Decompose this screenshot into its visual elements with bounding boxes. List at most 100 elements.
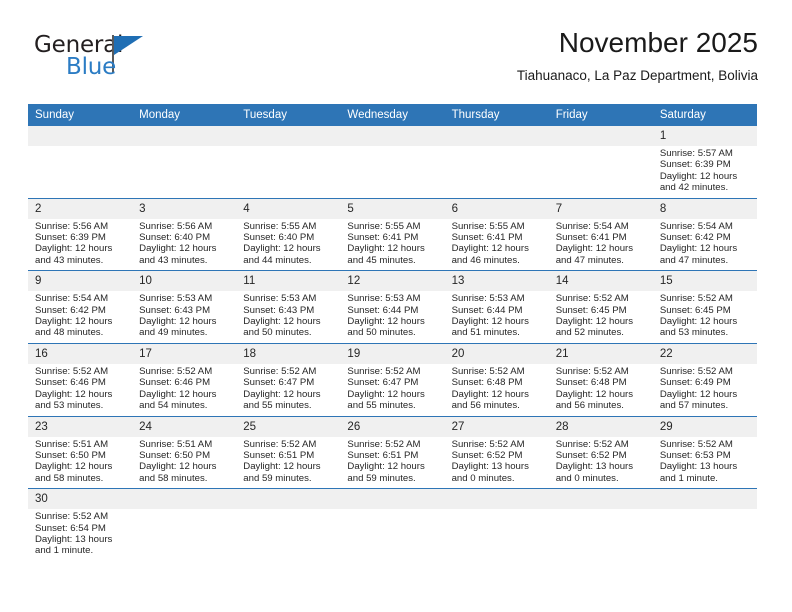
calendar-day-cell[interactable]: 26 Sunrise: 5:52 AM Sunset: 6:51 PM Dayligh…	[340, 415, 445, 489]
day-number: 30	[28, 489, 133, 510]
day-cell-inner: 27 Sunrise: 5:52 AM Sunset: 6:52 PM Dayligh…	[444, 416, 549, 489]
sunset-text: Sunset: 6:54 PM	[35, 522, 106, 534]
calendar-day-cell[interactable]: 8 Sunrise: 5:54 AM Sunset: 6:42 PM Daylight…	[652, 197, 757, 271]
daylight-text-line1: Daylight: 12 hours	[139, 243, 217, 255]
sunset-text: Sunset: 6:43 PM	[139, 304, 211, 316]
day-cell-inner: 26 Sunrise: 5:52 AM Sunset: 6:51 PM Dayligh…	[340, 416, 445, 489]
general-blue-logo[interactable]: General Blue	[34, 32, 234, 88]
calendar-day-cell[interactable]: 9 Sunrise: 5:54 AM Sunset: 6:42 PM Daylight…	[28, 270, 133, 344]
day-number: 25	[236, 416, 341, 437]
sunrise-sunset-calendar: Sunday Monday Tuesday Wednesday Thursday…	[28, 104, 757, 561]
calendar-day-cell[interactable]: 5 Sunrise: 5:55 AM Sunset: 6:41 PM Daylight…	[340, 197, 445, 271]
day-cell-inner: 13 Sunrise: 5:53 AM Sunset: 6:44 PM Dayligh…	[444, 271, 549, 343]
day-sun-info: Sunrise: 5:53 AM Sunset: 6:44 PM Daylight:…	[340, 291, 444, 343]
calendar-day-cell[interactable]: 17 Sunrise: 5:52 AM Sunset: 6:46 PM Dayligh…	[132, 342, 237, 416]
calendar-day-cell[interactable]: 20 Sunrise: 5:52 AM Sunset: 6:48 PM Dayligh…	[444, 342, 549, 416]
day-number: 11	[236, 271, 341, 292]
calendar-page: General Blue November 2025 Tiahuanaco, L…	[0, 0, 792, 612]
calendar-day-cell[interactable]: 13 Sunrise: 5:53 AM Sunset: 6:44 PM Dayligh…	[444, 270, 549, 344]
day-cell-inner: 5 Sunrise: 5:55 AM Sunset: 6:41 PM Daylight…	[340, 198, 445, 271]
day-number	[28, 126, 133, 146]
sunrise-text: Sunrise: 5:54 AM	[659, 220, 733, 232]
calendar-empty-cell	[28, 126, 133, 199]
day-sun-info: Sunrise: 5:55 AM Sunset: 6:40 PM Daylight:…	[236, 219, 340, 271]
day-sun-info: Sunrise: 5:54 AM Sunset: 6:41 PM Daylight:…	[549, 219, 653, 271]
day-cell-inner: 9 Sunrise: 5:54 AM Sunset: 6:42 PM Daylight…	[28, 271, 133, 343]
day-sun-info: Sunrise: 5:52 AM Sunset: 6:52 PM Daylight:…	[445, 437, 549, 489]
day-number: 2	[28, 198, 133, 219]
calendar-day-cell[interactable]: 22 Sunrise: 5:52 AM Sunset: 6:49 PM Dayligh…	[652, 342, 757, 416]
calendar-day-cell[interactable]: 29 Sunrise: 5:52 AM Sunset: 6:53 PM Dayligh…	[652, 415, 757, 489]
day-cell-inner	[444, 489, 549, 548]
daylight-text-line1: Daylight: 12 hours	[659, 316, 738, 328]
day-sun-info: Sunrise: 5:53 AM Sunset: 6:43 PM Daylight:…	[236, 291, 340, 343]
calendar-day-cell[interactable]: 19 Sunrise: 5:52 AM Sunset: 6:47 PM Dayligh…	[340, 342, 445, 416]
calendar-day-cell[interactable]: 14 Sunrise: 5:52 AM Sunset: 6:45 PM Dayligh…	[548, 270, 653, 344]
day-sun-info: Sunrise: 5:55 AM Sunset: 6:41 PM Daylight:…	[445, 219, 549, 271]
calendar-day-cell[interactable]: 25 Sunrise: 5:52 AM Sunset: 6:51 PM Dayligh…	[236, 415, 341, 489]
calendar-day-cell[interactable]: 2 Sunrise: 5:56 AM Sunset: 6:39 PM Daylight…	[28, 197, 133, 271]
calendar-day-cell[interactable]: 12 Sunrise: 5:53 AM Sunset: 6:44 PM Dayligh…	[340, 270, 445, 344]
calendar-day-cell[interactable]: 21 Sunrise: 5:52 AM Sunset: 6:48 PM Dayligh…	[548, 342, 653, 416]
daylight-text-line2: and 52 minutes.	[555, 327, 624, 339]
calendar-day-cell[interactable]: 18 Sunrise: 5:52 AM Sunset: 6:47 PM Dayligh…	[236, 342, 341, 416]
sunrise-text: Sunrise: 5:53 AM	[451, 293, 525, 305]
sunrise-text: Sunrise: 5:53 AM	[243, 293, 317, 305]
daylight-text-line2: and 54 minutes.	[139, 400, 208, 412]
daylight-text-line1: Daylight: 12 hours	[659, 243, 738, 255]
weekday-header-friday: Friday	[548, 104, 653, 126]
calendar-day-cell[interactable]: 30 Sunrise: 5:52 AM Sunset: 6:54 PM Dayligh…	[28, 488, 133, 561]
calendar-day-cell[interactable]: 4 Sunrise: 5:55 AM Sunset: 6:40 PM Daylight…	[236, 197, 341, 271]
calendar-week-row: 9 Sunrise: 5:54 AM Sunset: 6:42 PM Daylight…	[28, 270, 757, 344]
calendar-day-cell[interactable]: 7 Sunrise: 5:54 AM Sunset: 6:41 PM Daylight…	[548, 197, 653, 271]
daylight-text-line2: and 43 minutes.	[139, 254, 208, 266]
daylight-text-line1: Daylight: 12 hours	[347, 316, 425, 328]
sunrise-text: Sunrise: 5:52 AM	[451, 438, 525, 450]
day-sun-info: Sunrise: 5:52 AM Sunset: 6:54 PM Daylight:…	[28, 509, 132, 561]
sunrise-text: Sunrise: 5:52 AM	[347, 438, 421, 450]
calendar-week-row: 30 Sunrise: 5:52 AM Sunset: 6:54 PM Dayligh…	[28, 488, 757, 561]
day-sun-info: Sunrise: 5:55 AM Sunset: 6:41 PM Daylight:…	[340, 219, 444, 271]
day-number	[132, 126, 237, 146]
daylight-text-line2: and 59 minutes.	[243, 472, 312, 484]
calendar-day-cell[interactable]: 6 Sunrise: 5:55 AM Sunset: 6:41 PM Daylight…	[444, 197, 549, 271]
day-number	[236, 126, 341, 146]
calendar-day-cell[interactable]: 15 Sunrise: 5:52 AM Sunset: 6:45 PM Dayligh…	[652, 270, 757, 344]
daylight-text-line2: and 45 minutes.	[347, 254, 416, 266]
daylight-text-line2: and 47 minutes.	[659, 254, 729, 266]
day-cell-inner: 19 Sunrise: 5:52 AM Sunset: 6:47 PM Dayligh…	[340, 343, 445, 416]
calendar-day-cell[interactable]: 28 Sunrise: 5:52 AM Sunset: 6:52 PM Dayligh…	[548, 415, 653, 489]
daylight-text-line1: Daylight: 12 hours	[35, 243, 113, 255]
calendar-day-cell[interactable]: 16 Sunrise: 5:52 AM Sunset: 6:46 PM Dayligh…	[28, 342, 133, 416]
sunrise-text: Sunrise: 5:52 AM	[35, 365, 109, 377]
daylight-text-line2: and 58 minutes.	[139, 472, 208, 484]
day-cell-inner: 15 Sunrise: 5:52 AM Sunset: 6:45 PM Dayligh…	[652, 271, 757, 343]
calendar-day-cell[interactable]: 24 Sunrise: 5:51 AM Sunset: 6:50 PM Dayligh…	[132, 415, 237, 489]
calendar-day-cell[interactable]: 11 Sunrise: 5:53 AM Sunset: 6:43 PM Dayligh…	[236, 270, 341, 344]
calendar-day-cell[interactable]: 1 Sunrise: 5:57 AM Sunset: 6:39 PM Daylight…	[652, 126, 757, 199]
sunrise-text: Sunrise: 5:52 AM	[243, 365, 317, 377]
weekday-header-monday: Monday	[132, 104, 237, 126]
calendar-empty-cell	[340, 126, 445, 199]
day-cell-inner: 14 Sunrise: 5:52 AM Sunset: 6:45 PM Dayligh…	[548, 271, 653, 343]
calendar-empty-cell	[444, 488, 549, 561]
day-cell-inner: 7 Sunrise: 5:54 AM Sunset: 6:41 PM Daylight…	[548, 198, 653, 271]
sunset-text: Sunset: 6:39 PM	[659, 159, 731, 171]
day-cell-inner: 3 Sunrise: 5:56 AM Sunset: 6:40 PM Daylight…	[132, 198, 237, 271]
daylight-text-line1: Daylight: 12 hours	[659, 170, 738, 182]
day-cell-inner: 29 Sunrise: 5:52 AM Sunset: 6:53 PM Dayligh…	[652, 416, 757, 489]
daylight-text-line1: Daylight: 12 hours	[139, 461, 217, 473]
calendar-day-cell[interactable]: 27 Sunrise: 5:52 AM Sunset: 6:52 PM Dayligh…	[444, 415, 549, 489]
day-cell-inner	[340, 489, 445, 548]
sunset-text: Sunset: 6:49 PM	[659, 377, 731, 389]
calendar-header-row: Sunday Monday Tuesday Wednesday Thursday…	[28, 104, 757, 126]
calendar-day-cell[interactable]: 3 Sunrise: 5:56 AM Sunset: 6:40 PM Daylight…	[132, 197, 237, 271]
day-sun-info: Sunrise: 5:52 AM Sunset: 6:45 PM Daylight:…	[549, 291, 653, 343]
sunrise-text: Sunrise: 5:54 AM	[555, 220, 629, 232]
calendar-day-cell[interactable]: 10 Sunrise: 5:53 AM Sunset: 6:43 PM Dayligh…	[132, 270, 237, 344]
day-cell-inner: 16 Sunrise: 5:52 AM Sunset: 6:46 PM Dayligh…	[28, 343, 133, 416]
day-number	[652, 489, 757, 510]
sunset-text: Sunset: 6:48 PM	[555, 377, 627, 389]
sunset-text: Sunset: 6:41 PM	[347, 232, 419, 244]
calendar-day-cell[interactable]: 23 Sunrise: 5:51 AM Sunset: 6:50 PM Dayligh…	[28, 415, 133, 489]
